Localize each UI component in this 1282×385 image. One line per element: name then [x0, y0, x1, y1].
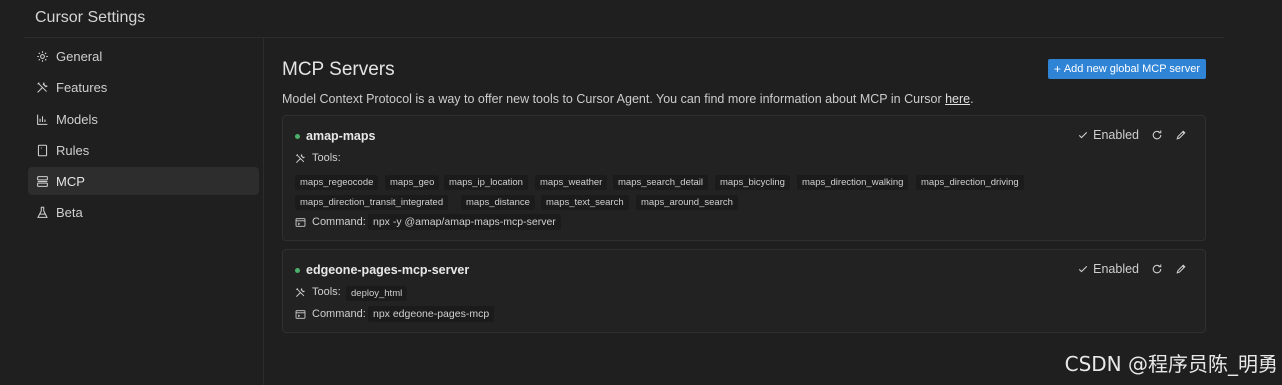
tool-chip: maps_direction_transit_integrated	[295, 195, 449, 210]
enabled-label: Enabled	[1093, 128, 1139, 142]
command-value: npx edgeone-pages-mcp	[368, 306, 495, 322]
enabled-toggle[interactable]: Enabled	[1077, 128, 1139, 142]
tool-chip: maps_direction_walking	[797, 175, 909, 190]
tools-icon	[296, 153, 305, 163]
tool-chip: deploy_html	[346, 286, 408, 301]
page-title: MCP Servers	[282, 59, 395, 80]
description-text: Model Context Protocol is a way to offer…	[282, 92, 946, 106]
server-card-edgeone-pages: edgeone-pages-mcp-server Enabled Tools: …	[282, 249, 1206, 333]
tools-label-text: Tools:	[312, 152, 341, 164]
tool-chip: maps_weather	[535, 175, 608, 190]
command-label-text: Command:	[312, 308, 366, 320]
pencil-icon	[1176, 264, 1186, 274]
document-icon	[37, 144, 48, 156]
tool-chip: maps_distance	[461, 195, 535, 210]
edit-button[interactable]	[1175, 263, 1187, 275]
refresh-icon	[1152, 130, 1162, 140]
sidebar-item-label: Features	[56, 79, 108, 95]
server-icon	[37, 175, 48, 187]
check-icon	[1078, 131, 1088, 139]
plus-icon: +	[1053, 62, 1061, 76]
page-description: Model Context Protocol is a way to offer…	[282, 92, 974, 106]
bar-chart-icon	[37, 114, 48, 125]
window-title: Cursor Settings	[35, 9, 146, 26]
tool-chip: maps_geo	[385, 175, 440, 190]
tools-label: Tools:	[295, 152, 341, 164]
flask-icon	[37, 206, 48, 218]
sidebar: General Features Models Rules MCP Beta	[24, 38, 264, 385]
add-button-label: Add new global MCP server	[1063, 63, 1200, 75]
status-dot-icon	[295, 267, 300, 273]
watermark: CSDN @程序员陈_明勇	[1064, 352, 1278, 376]
tools-icon	[296, 287, 305, 297]
tool-chip: maps_around_search	[636, 195, 738, 210]
main-content: MCP Servers + Add new global MCP server …	[282, 38, 1206, 385]
description-end: .	[970, 92, 974, 106]
server-name: edgeone-pages-mcp-server	[295, 263, 469, 277]
pencil-icon	[1176, 130, 1186, 140]
tool-chip: maps_search_detail	[613, 175, 709, 190]
sidebar-item-label: Models	[56, 111, 98, 127]
sidebar-item-rules[interactable]: Rules	[28, 136, 259, 164]
sidebar-item-label: General	[56, 48, 103, 64]
sidebar-item-beta[interactable]: Beta	[28, 198, 259, 226]
enabled-label: Enabled	[1093, 262, 1139, 276]
sidebar-item-features[interactable]: Features	[28, 73, 259, 101]
command-value: npx -y @amap/amap-maps-mcp-server	[368, 214, 561, 230]
tools-label: Tools:	[295, 286, 341, 298]
command-label: Command:	[295, 216, 366, 228]
terminal-icon	[295, 217, 306, 227]
refresh-button[interactable]	[1151, 263, 1163, 275]
tools-icon	[37, 81, 48, 93]
edit-button[interactable]	[1175, 129, 1187, 141]
sidebar-item-mcp[interactable]: MCP	[28, 167, 259, 195]
server-card-amap-maps: amap-maps Enabled Tools: maps_regeocode	[282, 115, 1206, 241]
command-label-text: Command:	[312, 216, 366, 228]
check-icon	[1078, 265, 1088, 273]
tools-label-text: Tools:	[312, 286, 341, 298]
tool-chip: maps_bicycling	[715, 175, 790, 190]
refresh-icon	[1152, 264, 1162, 274]
tool-chip: maps_regeocode	[295, 175, 379, 190]
title-bar: Cursor Settings	[24, 0, 1224, 38]
gear-icon	[37, 50, 48, 62]
enabled-toggle[interactable]: Enabled	[1077, 262, 1139, 276]
tool-chip: maps_direction_driving	[916, 175, 1024, 190]
refresh-button[interactable]	[1151, 129, 1163, 141]
sidebar-item-general[interactable]: General	[28, 42, 259, 70]
server-name-text: amap-maps	[306, 129, 376, 143]
sidebar-item-models[interactable]: Models	[28, 105, 259, 133]
terminal-icon	[295, 309, 306, 319]
command-label: Command:	[295, 308, 366, 320]
server-actions: Enabled	[1077, 262, 1187, 276]
tool-chip: maps_text_search	[541, 195, 629, 210]
sidebar-item-label: Beta	[56, 204, 83, 220]
server-name: amap-maps	[295, 129, 375, 143]
status-dot-icon	[295, 133, 300, 139]
add-mcp-server-button[interactable]: + Add new global MCP server	[1047, 59, 1206, 79]
sidebar-item-label: MCP	[56, 173, 85, 189]
sidebar-item-label: Rules	[56, 142, 90, 158]
server-actions: Enabled	[1077, 128, 1187, 142]
tool-chip: maps_ip_location	[444, 175, 528, 190]
more-info-link[interactable]: here	[945, 92, 970, 106]
settings-window: Cursor Settings General Features Models …	[0, 0, 1282, 385]
server-name-text: edgeone-pages-mcp-server	[306, 263, 470, 277]
